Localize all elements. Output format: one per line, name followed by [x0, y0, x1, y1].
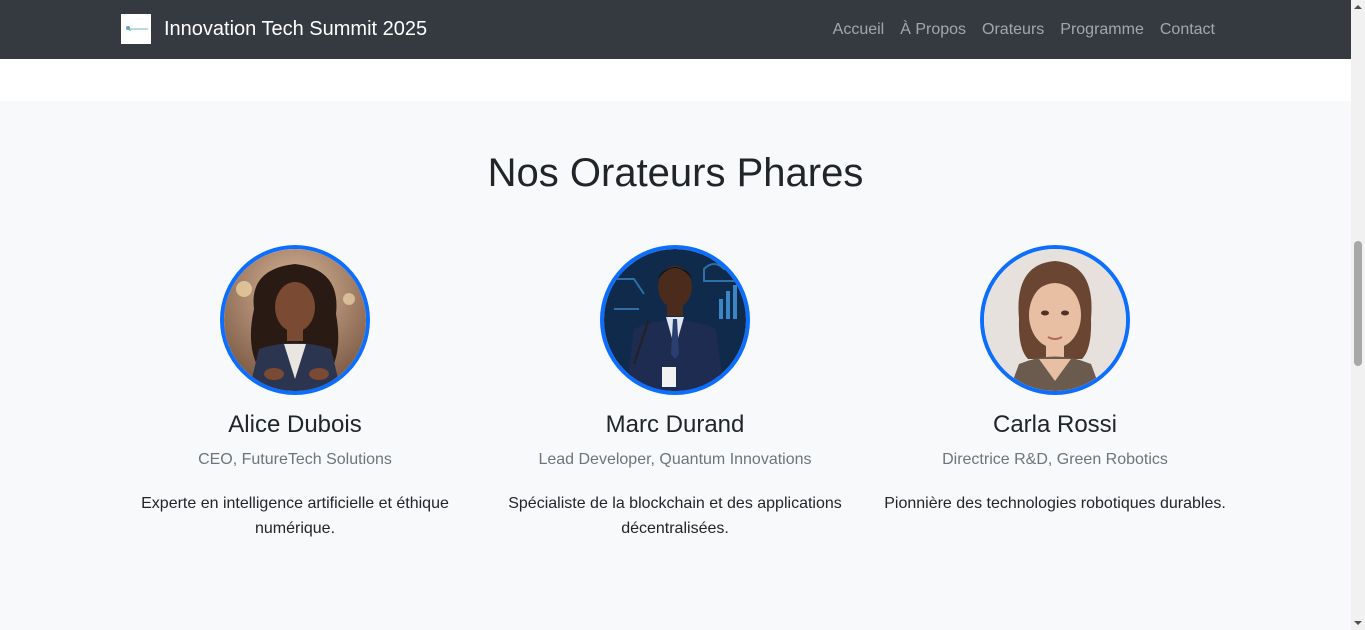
page: Innovation Tech Summit 2025 Accueil À Pr… [0, 0, 1365, 630]
section-title: Nos Orateurs Phares [487, 151, 864, 195]
speaker-card: Alice Dubois CEO, FutureTech Solutions E… [105, 245, 485, 541]
previous-section-edge [0, 59, 1351, 101]
speaker-card: Marc Durand Lead Developer, Quantum Inno… [485, 245, 865, 541]
scrollbar-thumb[interactable] [1354, 241, 1362, 366]
speaker-role: Lead Developer, Quantum Innovations [538, 451, 812, 468]
nav-link-programme[interactable]: Programme [1052, 21, 1152, 39]
nav-link-accueil[interactable]: Accueil [825, 21, 893, 39]
scroll-up-arrow-icon[interactable] [1351, 0, 1365, 14]
nav-links: Accueil À Propos Orateurs Programme Cont… [825, 0, 1223, 59]
nav-link-contact[interactable]: Contact [1152, 21, 1223, 39]
speaker-role: Directrice R&D, Green Robotics [942, 451, 1168, 468]
speaker-bio: Experte en intelligence artificielle et … [141, 495, 449, 537]
brand-logo [121, 14, 151, 44]
scroll-down-arrow-icon[interactable] [1351, 616, 1365, 630]
nav-link-a-propos[interactable]: À Propos [892, 21, 974, 39]
speaker-name: Carla Rossi [992, 411, 1118, 438]
speaker-role: CEO, FutureTech Solutions [198, 451, 392, 468]
brand-title: Innovation Tech Summit 2025 [164, 18, 428, 40]
speaker-card: Carla Rossi Directrice R&D, Green Roboti… [865, 245, 1245, 516]
speaker-name: Alice Dubois [228, 411, 362, 438]
speaker-avatar [220, 245, 370, 395]
brand-link[interactable]: Innovation Tech Summit 2025 [121, 14, 427, 44]
speaker-bio: Pionnière des technologies robotiques du… [884, 495, 1226, 512]
vertical-scrollbar[interactable] [1351, 0, 1365, 630]
speaker-name: Marc Durand [605, 411, 745, 438]
nav-link-orateurs[interactable]: Orateurs [974, 21, 1052, 39]
navbar: Innovation Tech Summit 2025 Accueil À Pr… [0, 0, 1351, 59]
speakers-section: Nos Orateurs Phares Alice Dubois CEO, Fu… [0, 101, 1351, 630]
speaker-avatar [980, 245, 1130, 395]
speaker-avatar [600, 245, 750, 395]
speaker-bio: Spécialiste de la blockchain et des appl… [508, 495, 842, 537]
